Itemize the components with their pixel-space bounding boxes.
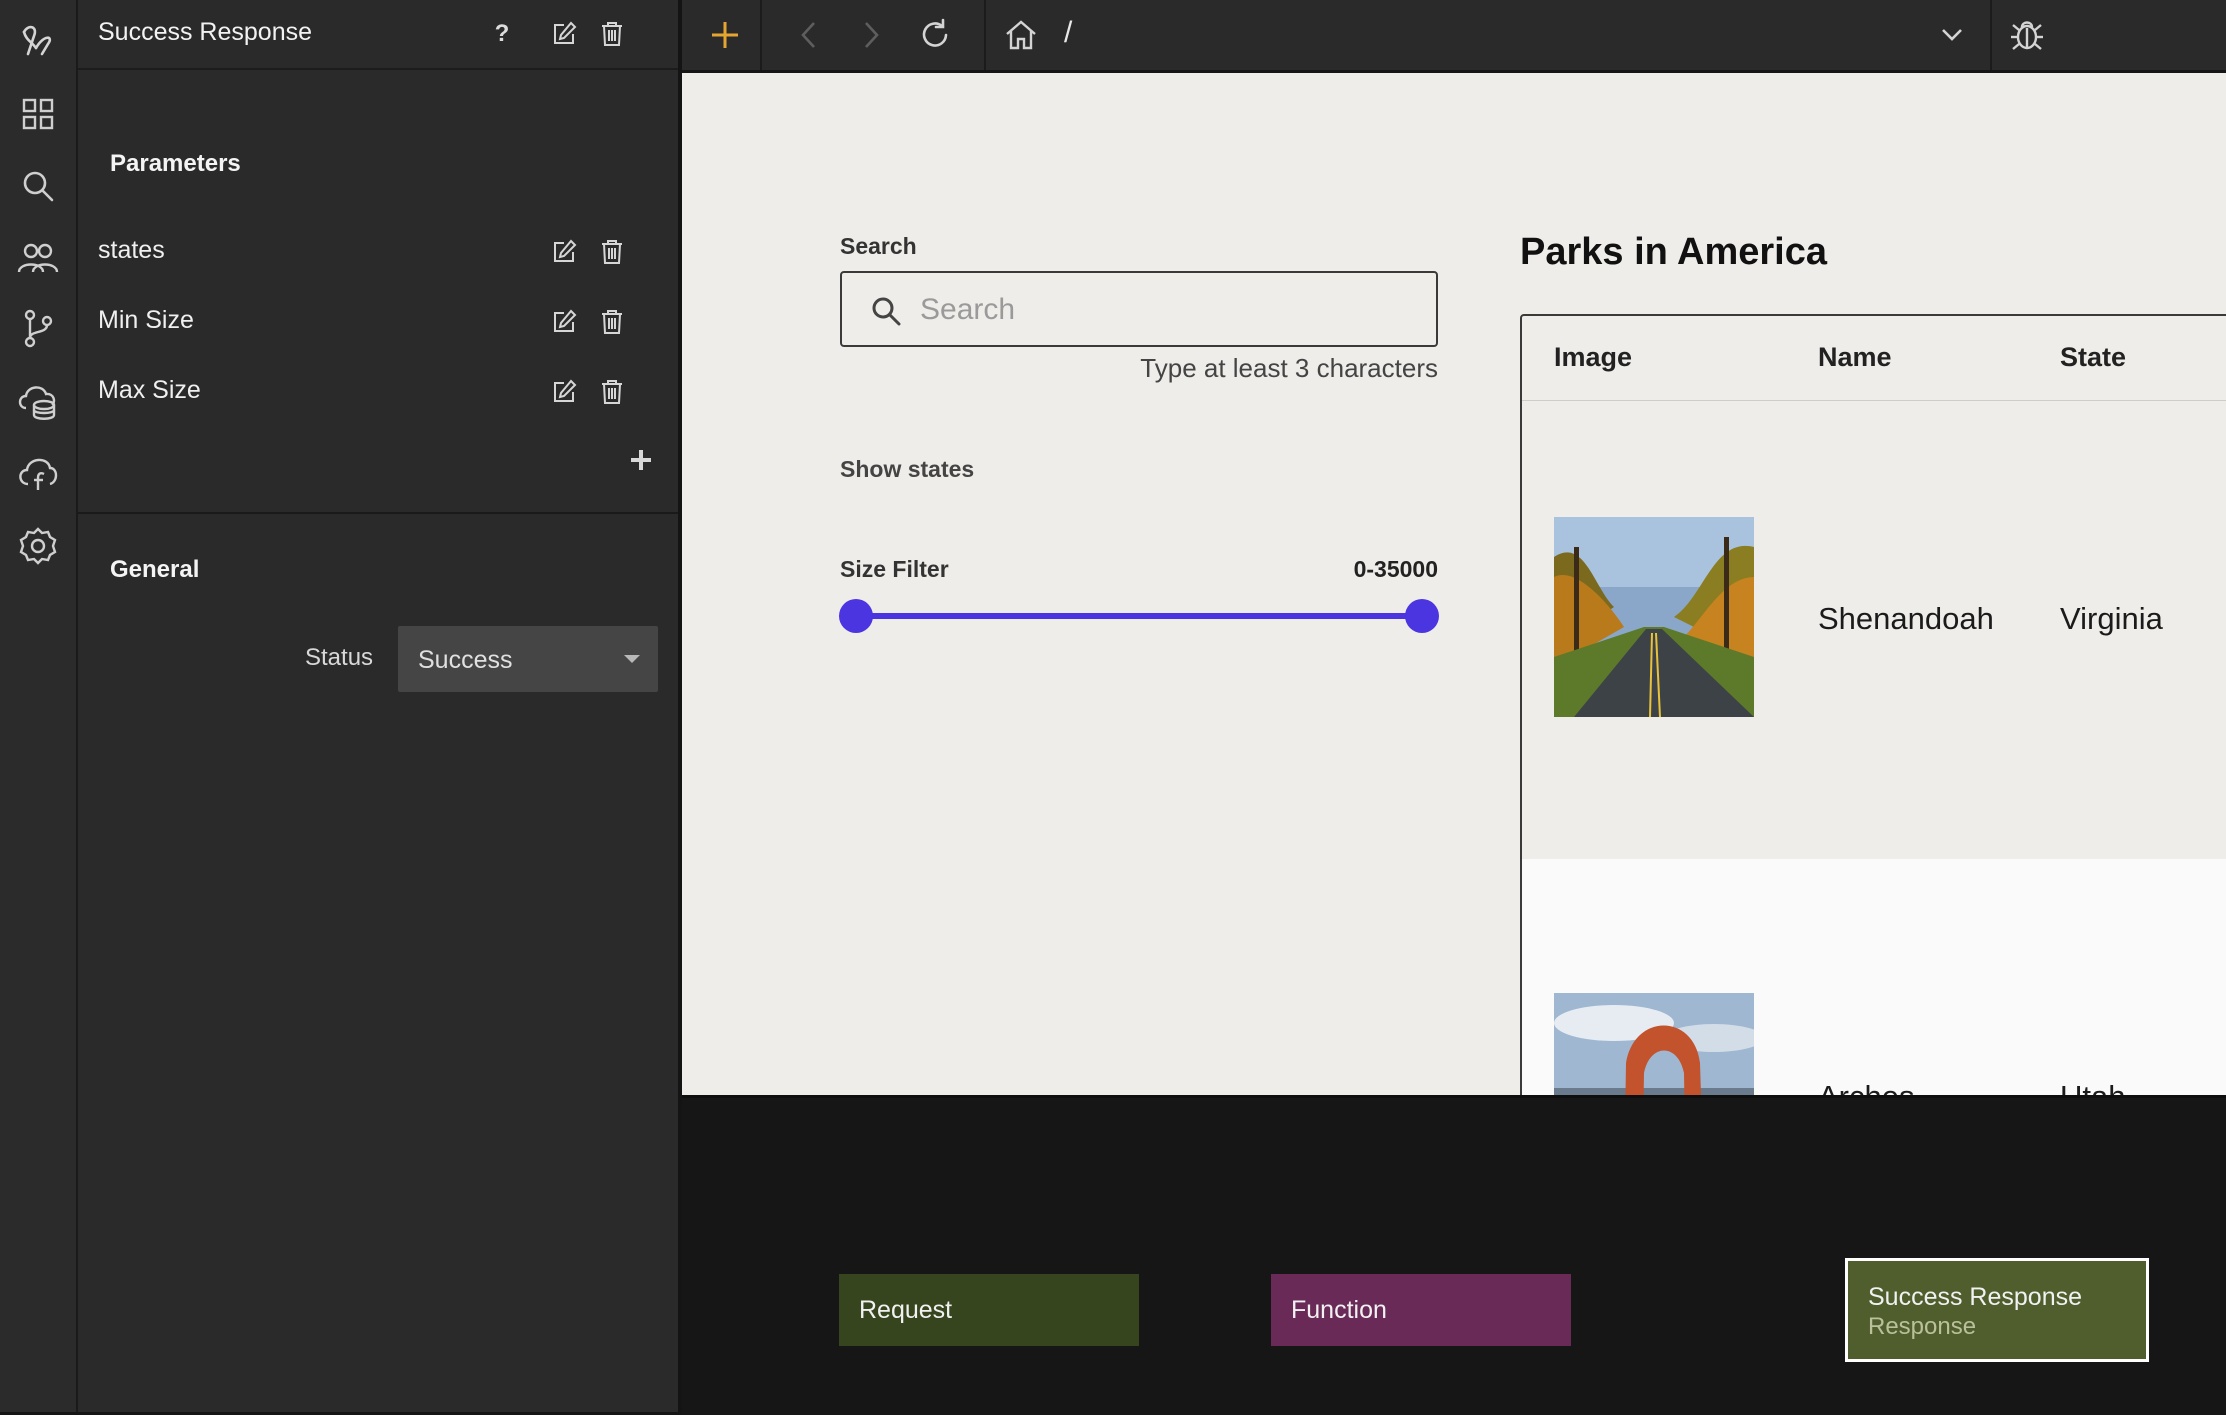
add-icon[interactable] — [702, 12, 748, 58]
slider-min-thumb[interactable] — [839, 599, 873, 633]
parameter-row[interactable]: states — [78, 222, 678, 282]
node-title: Function — [1291, 1296, 1387, 1324]
search-icon — [870, 295, 902, 327]
node-subtitle: Response — [1868, 1313, 1977, 1340]
search-input[interactable] — [918, 287, 1422, 333]
parameter-row[interactable]: Max Size — [78, 362, 678, 422]
chevron-down-icon[interactable] — [1929, 12, 1975, 58]
caret-down-icon — [624, 655, 640, 663]
parks-table: Image Name State Shenandoah Virginia — [1520, 314, 2226, 1095]
cloud-function-icon[interactable] — [8, 442, 68, 502]
parameter-label: states — [98, 236, 165, 264]
show-states-toggle[interactable]: Show states — [840, 456, 974, 483]
node-title: Success Response — [1868, 1283, 2083, 1311]
general-heading: General — [110, 556, 200, 583]
delete-icon[interactable] — [594, 304, 630, 340]
search-label: Search — [840, 233, 917, 259]
app-preview: Search Type at least 3 characters Show s… — [682, 73, 2226, 1095]
url-path[interactable]: / — [1064, 16, 1072, 50]
table-header: Image Name State — [1522, 316, 2226, 401]
node-title: Request — [859, 1296, 953, 1324]
size-filter-value: 0-35000 — [1353, 556, 1438, 582]
properties-panel: Success Response ? Parameters states Min… — [78, 0, 682, 1412]
search-icon[interactable] — [8, 156, 68, 216]
column-header[interactable]: Image — [1554, 342, 1632, 373]
branch-icon[interactable] — [8, 298, 68, 358]
toolbar-divider — [984, 0, 986, 70]
park-name: Arches — [1818, 1079, 1914, 1095]
function-node[interactable]: Function — [1271, 1274, 1571, 1346]
debug-bug-icon[interactable] — [2004, 12, 2050, 58]
parameter-label: Max Size — [98, 376, 201, 404]
panel-header: Success Response ? — [78, 0, 678, 70]
search-box[interactable] — [840, 271, 1438, 347]
parameters-heading: Parameters — [110, 150, 241, 177]
success-response-node[interactable]: Success Response Response — [1845, 1258, 2149, 1362]
grid-icon[interactable] — [8, 84, 68, 144]
panel-title: Success Response — [98, 18, 313, 46]
stone-arch-photo — [1554, 993, 1754, 1095]
size-filter-label: Size Filter — [840, 556, 949, 582]
edit-icon[interactable] — [546, 374, 582, 410]
home-icon[interactable] — [998, 12, 1044, 58]
status-value: Success — [418, 646, 513, 674]
table-row[interactable]: Shenandoah Virginia — [1522, 401, 2226, 859]
parameter-row[interactable]: Min Size — [78, 292, 678, 352]
top-toolbar: / — [682, 0, 2226, 73]
toolbar-divider — [1990, 0, 1992, 70]
park-state: Virginia — [2060, 601, 2163, 636]
delete-icon[interactable] — [594, 234, 630, 270]
status-select[interactable]: Success — [398, 626, 658, 692]
edit-icon[interactable] — [546, 16, 582, 52]
table-row[interactable]: Arches Utah — [1522, 859, 2226, 1095]
delete-icon[interactable] — [594, 374, 630, 410]
search-helper-text: Type at least 3 characters — [1140, 353, 1438, 383]
autumn-road-photo — [1554, 517, 1754, 717]
forward-icon[interactable] — [848, 12, 894, 58]
reload-icon[interactable] — [912, 12, 958, 58]
column-header[interactable]: Name — [1818, 342, 1892, 373]
logo-icon[interactable] — [8, 10, 68, 70]
help-icon[interactable]: ? — [484, 16, 520, 52]
toolbar-divider — [760, 0, 762, 70]
slider-max-thumb[interactable] — [1405, 599, 1439, 633]
edit-icon[interactable] — [546, 304, 582, 340]
status-label: Status — [305, 644, 374, 671]
add-parameter-icon[interactable] — [623, 442, 659, 478]
size-slider-track[interactable] — [856, 613, 1422, 619]
park-name: Shenandoah — [1818, 601, 1994, 636]
settings-gear-icon[interactable] — [8, 516, 68, 576]
back-icon[interactable] — [786, 12, 832, 58]
edit-icon[interactable] — [546, 234, 582, 270]
request-node[interactable]: Request — [839, 1274, 1139, 1346]
delete-icon[interactable] — [594, 16, 630, 52]
icon-rail — [0, 0, 78, 1412]
cloud-database-icon[interactable] — [8, 370, 68, 430]
flow-canvas: Request Function Success Response Respon… — [682, 1095, 2226, 1415]
page-title: Parks in America — [1520, 231, 1827, 273]
users-icon[interactable] — [8, 228, 68, 288]
column-header[interactable]: State — [2060, 342, 2126, 373]
section-divider — [78, 512, 678, 514]
parameter-label: Min Size — [98, 306, 194, 334]
park-state: Utah — [2060, 1079, 2125, 1095]
